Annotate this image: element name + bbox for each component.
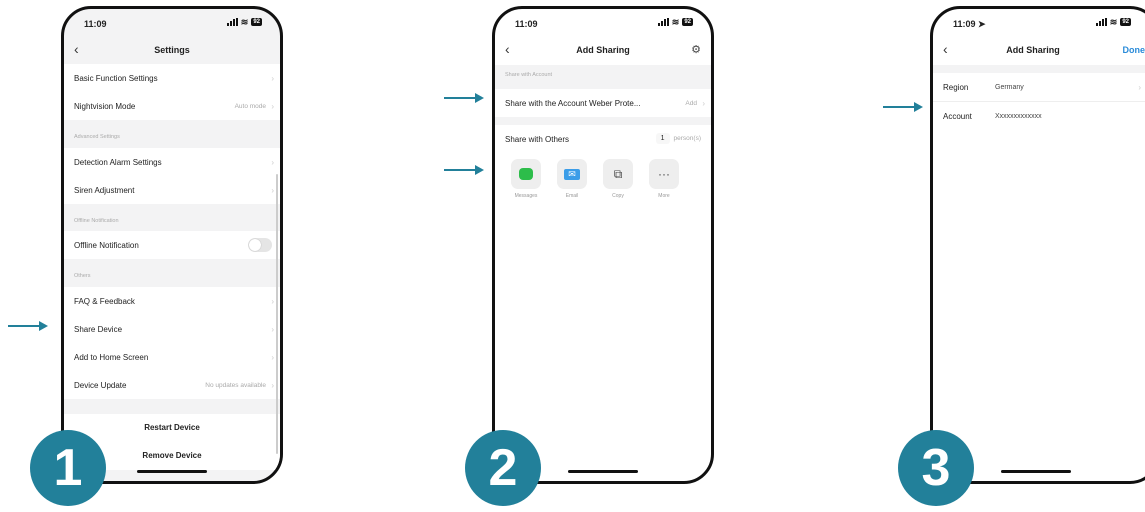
status-time: 11:09 [84, 19, 107, 29]
chevron-right-icon: › [271, 157, 274, 167]
row-share-device[interactable]: Share Device › [64, 315, 280, 343]
chevron-right-icon: › [271, 324, 274, 334]
person-count-input[interactable]: 1 [655, 133, 670, 144]
nav-bar: ‹ Add Sharing Done [933, 37, 1145, 65]
scrollbar[interactable] [276, 174, 278, 454]
step-badge-2: 2 [465, 430, 541, 506]
share-options: Messages ✉ Email ⧉ Copy ··· More [511, 159, 679, 199]
nav-bar: ‹ Settings [64, 37, 280, 65]
page-title: Add Sharing [1006, 45, 1060, 55]
gear-icon[interactable]: ⚙ [691, 43, 701, 56]
copy-icon: ⧉ [603, 159, 633, 189]
row-siren[interactable]: Siren Adjustment › [64, 176, 280, 204]
share-messages-button[interactable]: Messages [511, 159, 541, 199]
nav-bar: ‹ Add Sharing ⚙ [495, 37, 711, 65]
row-region[interactable]: Region Germany › [933, 73, 1145, 101]
row-detection-alarm[interactable]: Detection Alarm Settings › [64, 148, 280, 176]
signal-icon [226, 18, 238, 26]
chevron-right-icon: › [271, 296, 274, 306]
status-time: 11:09 ➤ [953, 19, 986, 29]
share-email-button[interactable]: ✉ Email [557, 159, 587, 199]
home-indicator [1001, 470, 1072, 473]
status-bar: 11:09 ≋ 92 [64, 9, 280, 37]
restart-device-button[interactable]: Restart Device [64, 414, 280, 442]
chevron-right-icon: › [1138, 82, 1141, 92]
status-bar: 11:09 ≋ 92 [495, 9, 711, 37]
home-indicator [568, 470, 638, 473]
section-share-account: Share with Account [505, 72, 553, 78]
section-others: Others [74, 273, 91, 279]
row-faq[interactable]: FAQ & Feedback › [64, 287, 280, 315]
chevron-right-icon: › [271, 101, 274, 111]
more-icon: ··· [649, 159, 679, 189]
messages-icon [511, 159, 541, 189]
arrow-pointer-icon [444, 165, 484, 175]
chevron-right-icon: › [271, 352, 274, 362]
step-badge-1: 1 [30, 430, 106, 506]
battery-icon: 92 [682, 18, 693, 26]
chevron-right-icon: › [271, 185, 274, 195]
row-device-update[interactable]: Device Update No updates available › [64, 371, 280, 399]
section-offline: Offline Notification [74, 218, 119, 224]
arrow-pointer-icon [8, 321, 48, 331]
page-title: Settings [154, 45, 190, 55]
row-home-screen[interactable]: Add to Home Screen › [64, 343, 280, 371]
share-more-button[interactable]: ··· More [649, 159, 679, 199]
wifi-icon: ≋ [671, 17, 680, 27]
step-badge-3: 3 [898, 430, 974, 506]
wifi-icon: ≋ [240, 17, 249, 27]
signal-icon [657, 18, 669, 26]
row-share-others: Share with Others 1 person(s) [495, 125, 711, 153]
wifi-icon: ≋ [1109, 17, 1118, 27]
signal-icon [1095, 18, 1107, 26]
chevron-right-icon: › [271, 380, 274, 390]
chevron-right-icon: › [702, 98, 705, 108]
offline-toggle[interactable] [248, 238, 272, 252]
section-advanced: Advanced Settings [74, 134, 120, 140]
row-share-account[interactable]: Share with the Account Weber Prote... Add… [495, 89, 711, 117]
page-title: Add Sharing [576, 45, 630, 55]
phone-settings: 11:09 ≋ 92 ‹ Settings Basic Function Set… [61, 6, 283, 484]
arrow-pointer-icon [883, 102, 923, 112]
row-account: Account Xxxxxxxxxxxxx [933, 101, 1145, 130]
share-copy-button[interactable]: ⧉ Copy [603, 159, 633, 199]
phone-add-sharing: 11:09 ≋ 92 ‹ Add Sharing ⚙ Share with Ac… [492, 6, 714, 484]
chevron-right-icon: › [271, 73, 274, 83]
phone-add-sharing-account: 11:09 ➤ ≋ 92 ‹ Add Sharing Done Region Ge… [930, 6, 1145, 484]
battery-icon: 92 [1120, 18, 1131, 26]
status-time: 11:09 [515, 19, 538, 29]
home-indicator [137, 470, 207, 473]
battery-icon: 92 [251, 18, 262, 26]
done-button[interactable]: Done [1123, 45, 1145, 55]
arrow-pointer-icon [444, 93, 484, 103]
account-input[interactable]: Xxxxxxxxxxxxx [995, 113, 1042, 120]
row-offline-notification: Offline Notification [64, 231, 280, 259]
email-icon: ✉ [557, 159, 587, 189]
row-nightvision[interactable]: Nightvision Mode Auto mode › [64, 92, 280, 120]
status-bar: 11:09 ➤ ≋ 92 [933, 9, 1145, 37]
row-basic-function[interactable]: Basic Function Settings › [64, 64, 280, 92]
